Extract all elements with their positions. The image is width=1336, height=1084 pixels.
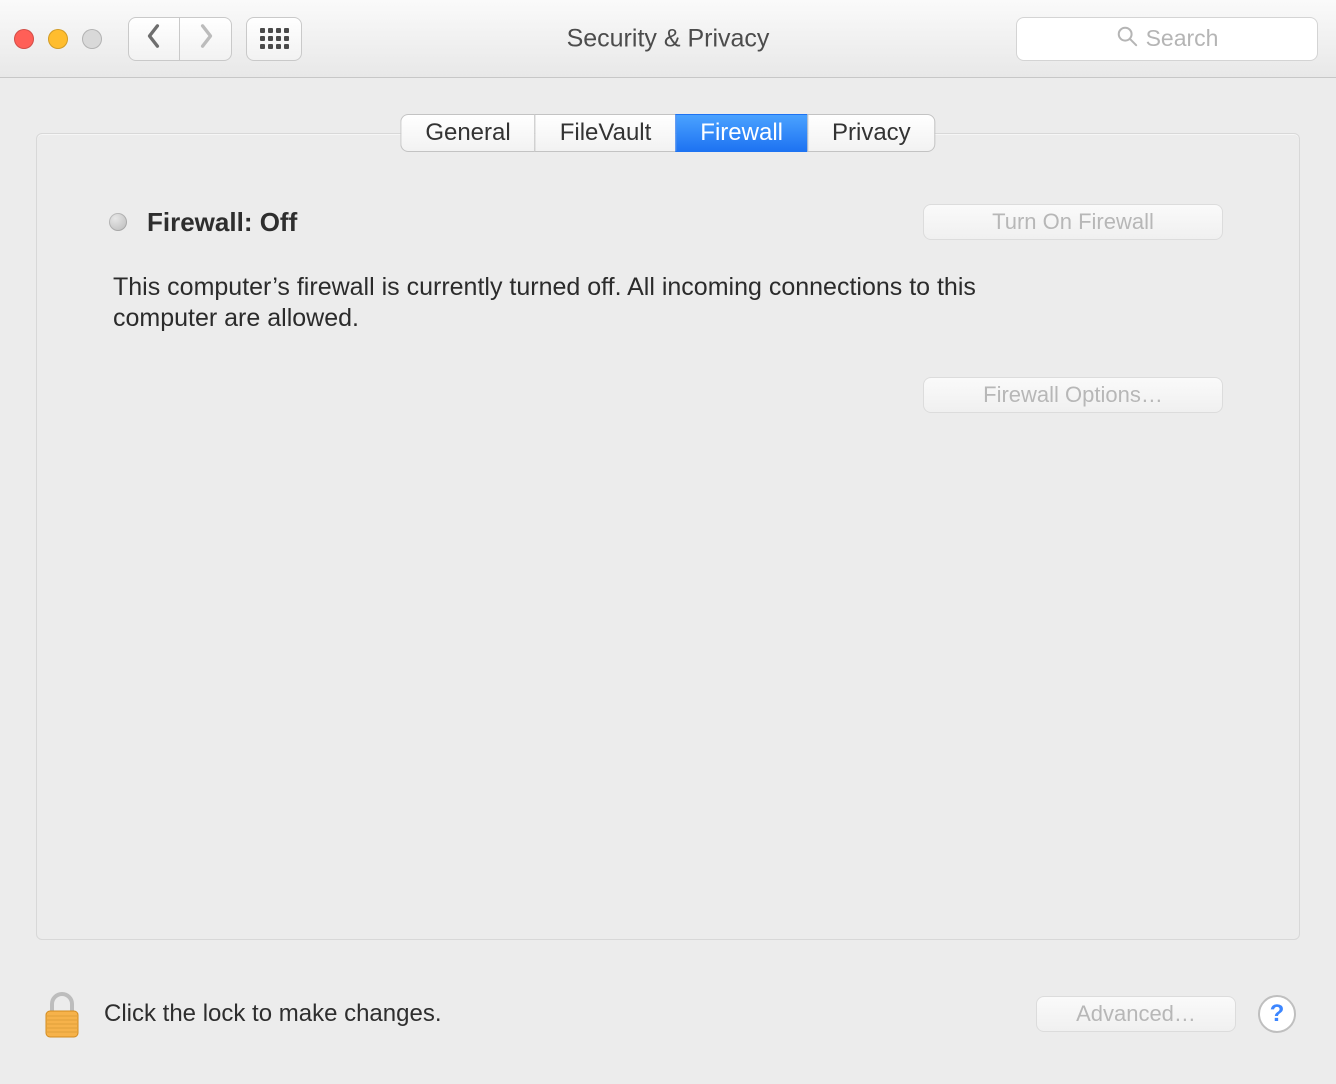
lock-button[interactable] [40, 989, 84, 1039]
bottom-bar: Click the lock to make changes. Advanced… [40, 984, 1296, 1044]
zoom-window-button [82, 29, 102, 49]
back-button[interactable] [128, 17, 180, 61]
titlebar: Security & Privacy Search [0, 0, 1336, 78]
window-title: Security & Privacy [567, 24, 770, 53]
tab-general[interactable]: General [400, 114, 534, 152]
advanced-button: Advanced… [1036, 996, 1236, 1032]
grid-icon [260, 28, 289, 49]
firewall-status-description: This computer’s firewall is currently tu… [113, 272, 993, 335]
turn-on-firewall-button: Turn On Firewall [923, 204, 1223, 240]
tab-filevault[interactable]: FileVault [535, 114, 676, 152]
nav-buttons [128, 17, 232, 61]
close-window-button[interactable] [14, 29, 34, 49]
search-input[interactable]: Search [1016, 17, 1318, 61]
help-button[interactable]: ? [1258, 995, 1296, 1033]
firewall-options-row: Firewall Options… [113, 377, 1223, 413]
show-all-prefs-button[interactable] [246, 17, 302, 61]
firewall-status-label: Firewall: Off [147, 207, 297, 238]
body: General FileVault Firewall Privacy Firew… [0, 78, 1336, 1084]
status-indicator-icon [109, 213, 127, 231]
firewall-panel: Firewall: Off Turn On Firewall This comp… [36, 133, 1300, 940]
forward-button [180, 17, 232, 61]
search-icon [1116, 25, 1138, 53]
lock-icon [40, 1026, 84, 1043]
minimize-window-button[interactable] [48, 29, 68, 49]
firewall-status-row: Firewall: Off Turn On Firewall [113, 204, 1223, 240]
search-placeholder: Search [1146, 25, 1219, 52]
tabs: General FileVault Firewall Privacy [400, 114, 935, 152]
firewall-options-button: Firewall Options… [923, 377, 1223, 413]
tab-privacy[interactable]: Privacy [807, 114, 936, 152]
lock-hint: Click the lock to make changes. [104, 1000, 442, 1028]
chevron-right-icon [197, 22, 215, 55]
traffic-lights [14, 29, 102, 49]
tab-firewall[interactable]: Firewall [675, 114, 807, 152]
chevron-left-icon [145, 22, 163, 55]
